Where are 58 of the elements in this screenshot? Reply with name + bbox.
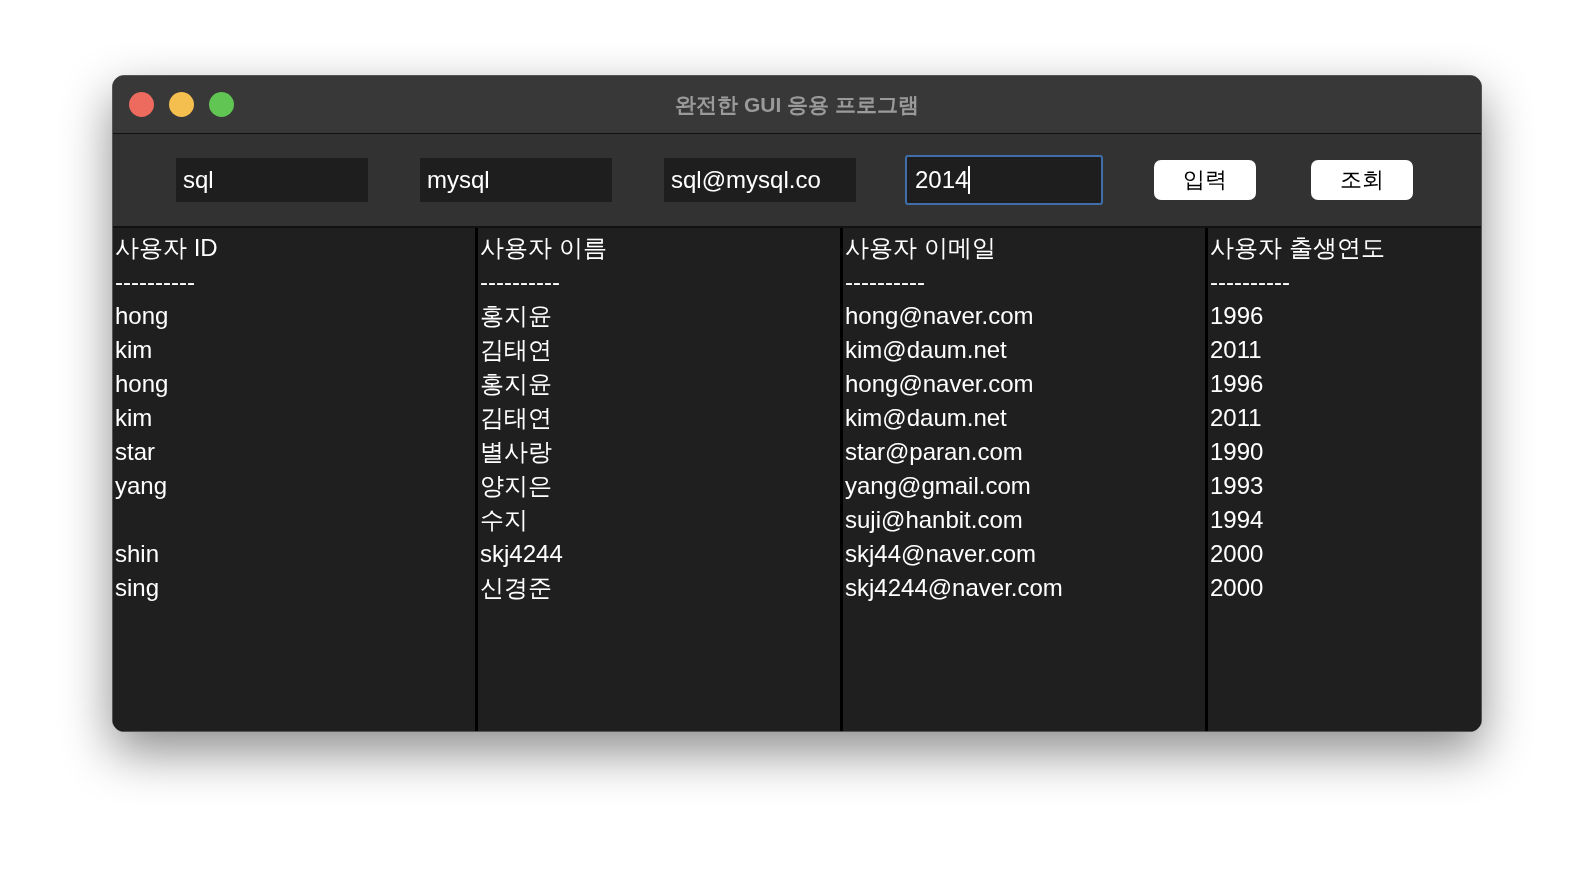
list-item[interactable]: suji@hanbit.com xyxy=(845,503,1023,537)
column-header: 사용자 ID xyxy=(115,233,218,263)
list-item[interactable]: kim xyxy=(115,401,153,435)
list-item[interactable]: yang xyxy=(115,469,168,503)
separator-text: ---------- xyxy=(845,267,925,297)
minimize-button[interactable] xyxy=(169,92,194,117)
input-field[interactable]: sql@mysql.co xyxy=(664,158,856,202)
list-item[interactable]: skj4244@naver.com xyxy=(845,571,1063,605)
list-item[interactable]: 홍지윤 xyxy=(480,299,552,333)
list-item[interactable]: skj44@naver.com xyxy=(845,537,1037,571)
zoom-button[interactable] xyxy=(209,92,234,117)
list-item[interactable]: kim@daum.net xyxy=(845,333,1007,367)
list-item[interactable]: sing xyxy=(115,571,160,605)
list-item[interactable]: 2000 xyxy=(1210,537,1264,571)
close-button[interactable] xyxy=(129,92,154,117)
list-item[interactable]: 김태연 xyxy=(480,333,552,367)
list-box[interactable]: 사용자 ID ---------- hong kim hong kim star yang shin sing xyxy=(113,228,475,731)
column-header: 사용자 이메일 xyxy=(845,233,996,263)
list-item[interactable]: hong xyxy=(115,367,169,401)
list-item[interactable]: star xyxy=(115,435,155,469)
separator-text: ---------- xyxy=(1210,267,1290,297)
list-item[interactable]: 2011 xyxy=(1210,333,1262,367)
list-item[interactable]: kim xyxy=(115,333,153,367)
push-button[interactable]: 입력 xyxy=(1154,160,1256,200)
separator-text: ---------- xyxy=(115,267,195,297)
input-field[interactable]: 2014 xyxy=(905,155,1103,205)
list-item[interactable]: 2011 xyxy=(1210,401,1262,435)
list-box[interactable]: 사용자 출생연도 ---------- 1996 2011 1996 2011 1990 1993 1994 2000 2000 xyxy=(1208,228,1481,731)
list-item[interactable]: shin xyxy=(115,537,160,571)
list-item[interactable]: hong xyxy=(115,299,169,333)
separator-text: ---------- xyxy=(480,267,560,297)
list-item[interactable]: 신경준 xyxy=(480,571,552,605)
list-item[interactable]: kim@daum.net xyxy=(845,401,1007,435)
list-item[interactable]: skj4244 xyxy=(480,537,563,571)
list-box[interactable]: 사용자 이메일 ---------- hong@naver.com kim@daum.net hong@naver.com kim@daum.net star@paran.com yang@gmail.com suji@hanbit.com skj44@naver.com skj4244@naver.com xyxy=(843,228,1205,731)
list-item[interactable]: 1996 xyxy=(1210,299,1264,333)
list-item[interactable]: star@paran.com xyxy=(845,435,1023,469)
list-item[interactable]: 별사랑 xyxy=(480,435,552,469)
push-button[interactable]: 조회 xyxy=(1311,160,1413,200)
list-item[interactable]: 2000 xyxy=(1210,571,1264,605)
list-item[interactable]: 1996 xyxy=(1210,367,1264,401)
text-cursor xyxy=(968,166,971,194)
window-title: 완전한 GUI 응용 프로그램 xyxy=(675,91,919,118)
input-field[interactable]: sql xyxy=(176,158,368,202)
list-item[interactable]: hong@naver.com xyxy=(845,299,1034,333)
list-item[interactable]: 수지 xyxy=(480,503,528,537)
list-item[interactable]: hong@naver.com xyxy=(845,367,1034,401)
list-box[interactable]: 사용자 이름 ---------- 홍지윤 김태연 홍지윤 김태연 별사랑 양지은 수지 skj4244 신경준 xyxy=(478,228,840,731)
list-item[interactable]: 양지은 xyxy=(480,469,552,503)
list-item[interactable]: yang@gmail.com xyxy=(845,469,1031,503)
input-field[interactable]: mysql xyxy=(420,158,612,202)
column-header: 사용자 출생연도 xyxy=(1210,233,1385,263)
list-item[interactable]: 1990 xyxy=(1210,435,1264,469)
list-item[interactable]: 1994 xyxy=(1210,503,1264,537)
list-item[interactable]: 홍지윤 xyxy=(480,367,552,401)
list-item[interactable]: 1993 xyxy=(1210,469,1264,503)
list-item[interactable]: 김태연 xyxy=(480,401,552,435)
column-header: 사용자 이름 xyxy=(480,233,607,263)
